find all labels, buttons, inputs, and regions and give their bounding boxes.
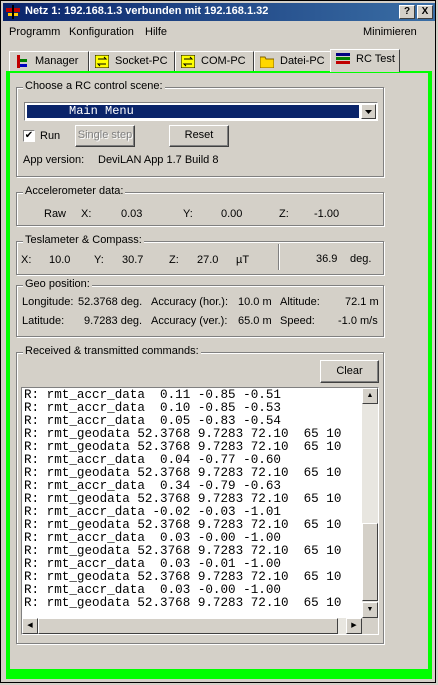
reset-button[interactable]: Reset (169, 125, 229, 147)
close-button[interactable]: X (417, 5, 433, 19)
menu-programm[interactable]: Programm (9, 26, 60, 38)
accel-z-label: Z: (279, 208, 289, 220)
teslameter-divider (278, 244, 280, 270)
compass-heading-value: 36.9 (316, 253, 338, 265)
tab-strip: Manager Socket-PC COM-PC Datei-PC RC Tes… (9, 49, 429, 72)
latitude-value: 9.7283 deg. (84, 315, 143, 327)
accel-y-value: 0.00 (221, 208, 243, 220)
tab-rc-test-label: RC Test (356, 53, 395, 65)
command-log-line: R: rmt_geodata 52.3768 9.7283 72.10 65 1… (24, 596, 342, 610)
geo-position-group: Geo position: (16, 278, 384, 337)
single-step-button[interactable]: Single step (75, 125, 135, 147)
accuracy-ver-label: Accuracy (ver.): (151, 315, 228, 327)
transfer-arrows-icon (95, 55, 109, 68)
vertical-scrollbar[interactable]: ▲ ▼ (362, 388, 378, 618)
altitude-value: 72.1 m (345, 296, 379, 308)
latitude-label: Latitude: (22, 315, 65, 327)
scroll-right-icon[interactable]: ▶ (346, 618, 362, 634)
altitude-label: Altitude: (280, 296, 320, 308)
accuracy-ver-value: 65.0 m (238, 315, 272, 327)
app-version-value: DeviLAN App 1.7 Build 8 (98, 154, 219, 166)
title-bar: Netz 1: 192.168.1.3 verbunden mit 192.16… (3, 3, 435, 21)
scroll-left-icon[interactable]: ◀ (22, 618, 38, 634)
tesla-z-value: 27.0 (197, 254, 219, 266)
tesla-unit: µT (236, 254, 250, 266)
tab-manager-label: Manager (35, 55, 79, 67)
accuracy-hor-value: 10.0 m (238, 296, 272, 308)
tab-com-pc-label: COM-PC (201, 55, 246, 67)
list-icon (336, 53, 350, 64)
dropdown-arrow-icon[interactable] (361, 104, 376, 119)
main-window: Netz 1: 192.168.1.3 verbunden mit 192.16… (0, 0, 436, 683)
longitude-label: Longitude: (22, 296, 74, 308)
command-log-lines: R: rmt_accr_data 0.11 -0.85 -0.51 R: rmt_… (24, 389, 362, 617)
run-checkbox[interactable]: ✔ (23, 130, 35, 142)
accel-z-value: -1.00 (314, 208, 340, 220)
menu-hilfe[interactable]: Hilfe (145, 26, 167, 38)
tesla-z-label: Z: (169, 254, 179, 266)
menu-bar: Programm Konfiguration Hilfe Minimieren (3, 23, 435, 41)
scroll-down-icon[interactable]: ▼ (362, 602, 378, 618)
speed-label: Speed: (280, 315, 315, 327)
longitude-value: 52.3768 deg. (78, 296, 143, 308)
accel-x-label: X: (81, 208, 92, 220)
app-version-label: App version: (23, 154, 85, 166)
tab-manager[interactable]: Manager (9, 51, 89, 71)
tesla-y-value: 30.7 (122, 254, 144, 266)
menu-minimieren[interactable]: Minimieren (363, 26, 417, 38)
single-step-label: Single step (77, 129, 133, 141)
folder-icon (260, 56, 274, 68)
scroll-up-icon[interactable]: ▲ (362, 388, 378, 404)
accel-raw-label: Raw (44, 208, 67, 220)
tab-socket-pc-label: Socket-PC (115, 55, 168, 67)
tab-rc-test[interactable]: RC Test (330, 49, 400, 72)
accel-y-label: Y: (183, 208, 193, 220)
tesla-x-label: X: (21, 254, 32, 266)
clear-button[interactable]: Clear (320, 360, 379, 383)
accel-x-value: 0.03 (121, 208, 143, 220)
tesla-y-label: Y: (94, 254, 104, 266)
clear-label: Clear (336, 365, 363, 377)
run-label: Run (40, 130, 61, 142)
scene-selected-value: Main Menu (27, 105, 359, 118)
window-title: Netz 1: 192.168.1.3 verbunden mit 192.16… (25, 5, 269, 17)
teslameter-group-label: Teslameter & Compass: (23, 234, 144, 246)
manager-icon (17, 55, 27, 68)
speed-value: -1.0 m/s (338, 315, 378, 327)
commands-group-label: Received & transmitted commands: (23, 345, 201, 357)
transfer-arrows-icon (181, 55, 195, 68)
tab-com-pc[interactable]: COM-PC (175, 51, 254, 71)
tab-datei-pc-label: Datei-PC (280, 55, 325, 67)
tesla-x-value: 10.0 (49, 254, 71, 266)
geo-position-group-label: Geo position: (23, 278, 92, 290)
reset-label: Reset (184, 129, 214, 141)
scene-select[interactable]: Main Menu (24, 102, 378, 121)
compass-heading-unit: deg. (350, 253, 372, 265)
command-log[interactable]: R: rmt_accr_data 0.11 -0.85 -0.51 R: rmt_… (21, 387, 379, 635)
tab-socket-pc[interactable]: Socket-PC (89, 51, 175, 71)
horizontal-scroll-thumb[interactable] (38, 618, 338, 634)
accelerometer-group-label: Accelerometer data: (23, 185, 126, 197)
help-button[interactable]: ? (399, 5, 415, 19)
tab-datei-pc[interactable]: Datei-PC (254, 51, 332, 71)
scene-group-label: Choose a RC control scene: (23, 80, 165, 92)
horizontal-scrollbar[interactable]: ◀ ▶ (22, 618, 362, 634)
network-app-icon (6, 5, 20, 19)
menu-konfiguration[interactable]: Konfiguration (69, 26, 134, 38)
scrollbar-corner (362, 618, 378, 634)
vertical-scroll-thumb[interactable] (362, 523, 378, 601)
accuracy-hor-label: Accuracy (hor.): (151, 296, 229, 308)
